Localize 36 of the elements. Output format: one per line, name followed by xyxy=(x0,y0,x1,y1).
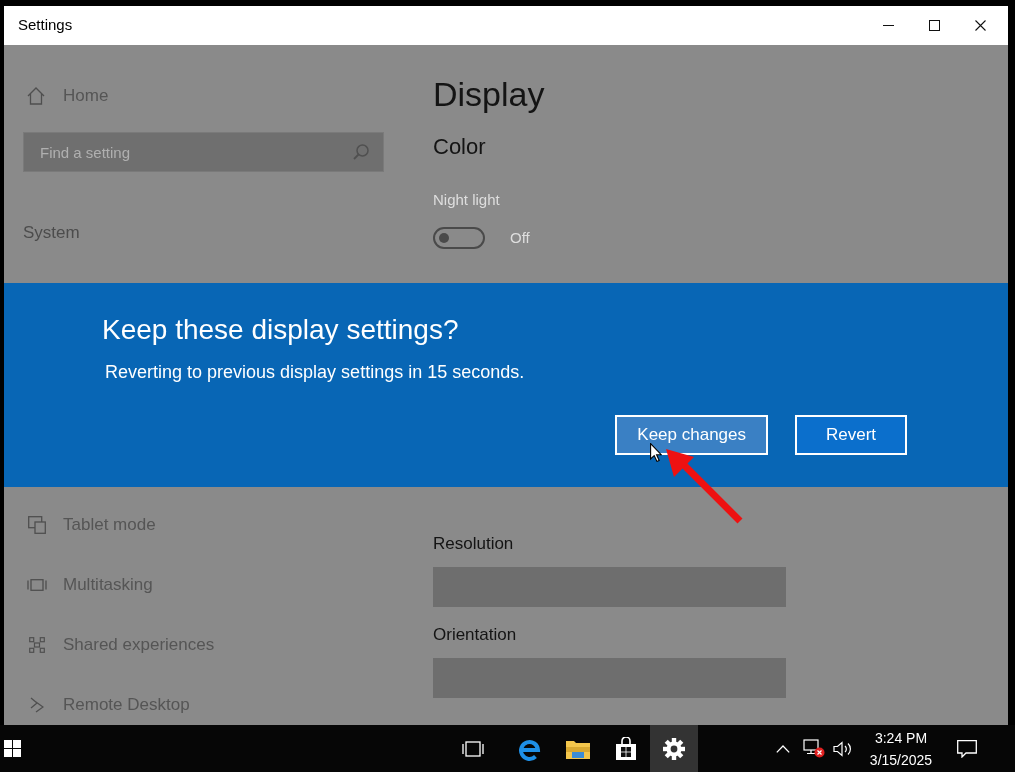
speaker-icon xyxy=(832,740,854,757)
chevrons-icon xyxy=(30,697,44,713)
chevron-up-icon xyxy=(776,744,790,753)
close-icon xyxy=(974,20,986,31)
maximize-icon xyxy=(928,20,940,31)
dropdown-field[interactable] xyxy=(433,657,786,698)
gear-icon xyxy=(663,737,685,760)
taskbar-app[interactable] xyxy=(650,725,698,772)
section-heading: System xyxy=(23,223,81,243)
toggle-switch[interactable] xyxy=(433,227,485,250)
toggle-state-text: Off xyxy=(510,228,530,248)
task-view-icon xyxy=(462,740,484,757)
setting-label: Orientation xyxy=(433,623,518,646)
home-icon xyxy=(27,86,45,105)
setting-label: Night light xyxy=(433,191,501,209)
setting-label: Resolution xyxy=(433,532,515,555)
overlapping-squares-icon xyxy=(28,516,46,534)
search-icon xyxy=(353,144,369,160)
dialog-title: Keep these display settings? xyxy=(102,313,460,347)
dialog-button[interactable]: Keep changes xyxy=(615,415,768,455)
section-heading: Color xyxy=(433,133,487,161)
dropdown-field[interactable] xyxy=(433,566,786,607)
page-title: Display xyxy=(433,74,546,115)
minimize-icon xyxy=(882,25,894,26)
squares-grid-icon xyxy=(29,637,45,653)
window-title: Settings xyxy=(18,15,73,36)
clock[interactable]: 3:24 PM 3/15/2025 xyxy=(866,725,936,772)
carousel-icon xyxy=(27,579,47,591)
dialog-button[interactable]: Revert xyxy=(795,415,907,455)
windows-logo-icon xyxy=(3,740,21,757)
speech-bubble-icon xyxy=(957,739,977,758)
mouse-cursor-icon xyxy=(650,443,662,462)
dialog-message: Reverting to previous display settings in 15 seconds. xyxy=(105,361,526,383)
shopping-bag-icon xyxy=(615,736,637,761)
search-field[interactable]: Find a setting xyxy=(23,132,384,172)
network-error-icon xyxy=(803,739,825,758)
